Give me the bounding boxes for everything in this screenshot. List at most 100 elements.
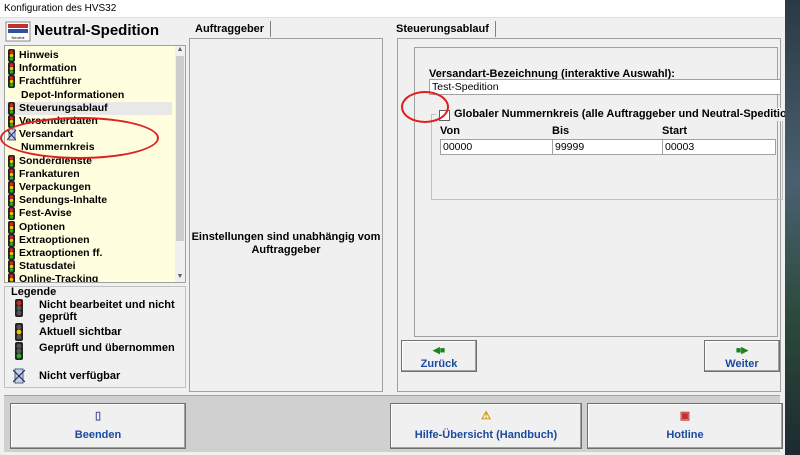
- bottom-bar: ▯ Beenden ⚠ Hilfe-Übersicht (Handbuch) ▣…: [4, 395, 783, 452]
- annotation-circle: [0, 117, 159, 159]
- sidebar-item-label: Online-Tracking: [19, 273, 99, 283]
- traffic-light-icon: [8, 247, 15, 260]
- checkbox-label: Globaler Nummernkreis (alle Auftraggeber…: [454, 108, 800, 120]
- exit-button-label: Beenden: [74, 429, 122, 441]
- traffic-light-icon: [8, 167, 15, 181]
- traffic-light-icon: [8, 101, 15, 115]
- versandart-input[interactable]: Test-Spedition: [429, 79, 781, 95]
- sidebar-item-label: Extraoptionen: [19, 233, 90, 246]
- sidebar-item-label: Steuerungsablauf: [19, 101, 108, 114]
- title-bar: Konfiguration des HVS32: [0, 0, 785, 18]
- next-button[interactable]: ■▶ Weiter: [704, 340, 780, 372]
- unavailable-icon: [13, 368, 25, 384]
- traffic-light-icon: [8, 194, 15, 208]
- sidebar-item-label: Statusdatei: [19, 260, 76, 273]
- app-title: Neutral-Spedition: [34, 22, 160, 39]
- next-button-label: Weiter: [725, 358, 759, 370]
- sidebar-item[interactable]: Information: [6, 62, 172, 76]
- red-light-icon: [15, 299, 23, 317]
- scroll-up-icon[interactable]: ▲: [176, 46, 184, 55]
- traffic-light-icon: [8, 220, 15, 234]
- sidebar-item[interactable]: Verpackungen: [6, 181, 172, 194]
- svg-text:Neutral: Neutral: [12, 35, 25, 40]
- hotline-button[interactable]: ▣ Hotline: [587, 403, 783, 449]
- traffic-light-icon: [8, 49, 15, 62]
- sidebar-item[interactable]: Optionen: [6, 220, 172, 234]
- traffic-light-icon: [8, 233, 15, 247]
- scroll-thumb[interactable]: [176, 56, 184, 241]
- traffic-light-icon: [8, 207, 15, 221]
- info-text-line: Einstellungen sind unabhängig vom: [191, 231, 381, 243]
- annotation-circle: [401, 91, 449, 123]
- nummernkreis-group: ✓ Globaler Nummernkreis (alle Auftraggebe…: [431, 108, 800, 200]
- traffic-light-icon: [8, 260, 15, 274]
- sidebar-item[interactable]: Depot-Informationen: [6, 89, 172, 102]
- sidebar-item-label: Optionen: [19, 220, 66, 233]
- auftraggeber-panel: Einstellungen sind unabhängig vom Auftra…: [189, 38, 383, 392]
- start-label: Start: [662, 125, 688, 137]
- sidebar-item-label: Frachtführer: [19, 75, 82, 88]
- start-input[interactable]: 00003: [662, 139, 776, 155]
- traffic-light-icon: [8, 154, 15, 168]
- steuerungsablauf-panel: Versandart-Bezeichnung (interaktive Ausw…: [397, 38, 800, 392]
- sidebar-item-label: Frankaturen: [19, 167, 80, 180]
- legend-title: Legende: [11, 286, 57, 298]
- ambulance-icon: ▣: [679, 410, 691, 422]
- sidebar-item[interactable]: Statusdatei: [6, 260, 172, 274]
- logo-icon: Neutral: [5, 21, 31, 42]
- sidebar-item-label: Verpackungen: [19, 181, 91, 193]
- legend-panel: Legende Nicht bearbeitet und nicht geprü…: [4, 286, 186, 388]
- yellow-light-icon: [15, 323, 23, 341]
- legend-text: Nicht verfügbar: [39, 370, 121, 382]
- von-input[interactable]: 00000: [440, 139, 554, 155]
- window-title: Konfiguration des HVS32: [4, 3, 117, 14]
- sidebar-item[interactable]: Extraoptionen ff.: [6, 247, 172, 260]
- sidebar-item[interactable]: Hinweis: [6, 49, 172, 62]
- hotline-button-label: Hotline: [666, 429, 704, 441]
- back-button[interactable]: ◀■ Zurück: [401, 340, 477, 372]
- legend-text: Aktuell sichtbar: [39, 326, 122, 338]
- von-label: Von: [440, 125, 460, 137]
- info-text: Einstellungen sind unabhängig vom Auftra…: [190, 231, 382, 257]
- sidebar-item-label: Fest-Avise: [19, 207, 72, 220]
- sidebar-item-label: Depot-Informationen: [21, 88, 125, 101]
- sidebar-item[interactable]: Online-Tracking: [6, 273, 172, 283]
- scroll-down-icon[interactable]: ▼: [176, 273, 184, 282]
- bis-label: Bis: [552, 125, 570, 137]
- sidebar-item[interactable]: Extraoptionen: [6, 233, 172, 247]
- traffic-light-icon: [8, 75, 15, 89]
- exit-button[interactable]: ▯ Beenden: [10, 403, 186, 449]
- warning-icon: ⚠: [481, 410, 491, 422]
- sidebar-item[interactable]: Fest-Avise: [6, 207, 172, 221]
- sidebar-item-label: Information: [19, 62, 77, 75]
- traffic-light-icon: [8, 181, 15, 194]
- tab-auftraggeber[interactable]: Auftraggeber: [189, 21, 272, 37]
- traffic-light-icon: [8, 273, 15, 282]
- sidebar-nav[interactable]: Hinweis Information Frachtführer Depot-Info…: [4, 45, 186, 283]
- sidebar-item[interactable]: Frankaturen: [6, 167, 172, 181]
- sidebar-item-label: Sendungs-Inhalte: [19, 194, 108, 207]
- tab-steuerungsablauf[interactable]: Steuerungsablauf: [390, 21, 496, 37]
- arrow-right-icon: ■▶: [735, 345, 749, 355]
- help-button[interactable]: ⚠ Hilfe-Übersicht (Handbuch): [390, 403, 582, 449]
- help-button-label: Hilfe-Übersicht (Handbuch): [414, 429, 558, 441]
- sidebar-item-label: Extraoptionen ff.: [19, 247, 103, 259]
- global-nummernkreis-checkbox[interactable]: ✓ Globaler Nummernkreis (alle Auftraggebe…: [436, 108, 800, 121]
- sidebar-item-label: Hinweis: [19, 49, 59, 61]
- sidebar-scrollbar[interactable]: ▲ ▼: [175, 46, 185, 282]
- bis-input[interactable]: 99999: [552, 139, 666, 155]
- back-button-label: Zurück: [420, 358, 458, 370]
- desktop-background: [785, 0, 800, 455]
- app-window: Konfiguration des HVS32 Neutral Neutral-…: [0, 0, 800, 455]
- app-header: Neutral Neutral-Spedition: [4, 19, 184, 43]
- door-icon: ▯: [94, 410, 102, 422]
- traffic-light-icon: [8, 62, 15, 76]
- legend-text: Nicht bearbeitet und nicht geprüft: [39, 299, 175, 323]
- settings-frame: Versandart-Bezeichnung (interaktive Ausw…: [414, 47, 800, 337]
- legend-text: Geprüft und übernommen: [39, 342, 175, 354]
- sidebar-item[interactable]: Steuerungsablauf: [6, 101, 172, 115]
- green-light-icon: [15, 342, 23, 360]
- sidebar-item[interactable]: Frachtführer: [6, 75, 172, 89]
- sidebar-item[interactable]: Sendungs-Inhalte: [6, 194, 172, 208]
- arrow-left-icon: ◀■: [432, 345, 446, 355]
